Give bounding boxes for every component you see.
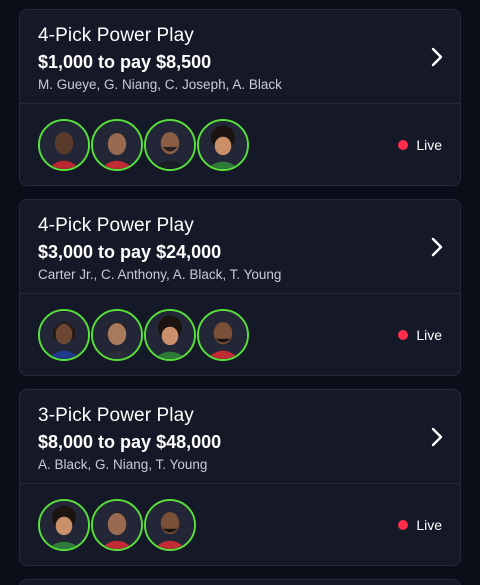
chevron-right-icon[interactable] [430, 236, 444, 258]
entry-amount: $8,000 to pay $48,000 [38, 432, 222, 452]
live-label: Live [416, 137, 442, 153]
live-status: Live [398, 137, 442, 153]
entry-amount: $3,000 to pay $24,000 [38, 242, 222, 262]
player-avatar-t-young [197, 309, 249, 361]
entry-card-partial[interactable] [19, 579, 461, 585]
entry-title: 3-Pick Power Play [38, 405, 194, 426]
player-avatar-a-black [38, 499, 90, 551]
entry-card[interactable]: 4-Pick Power Play $1,000 to pay $8,500 M… [19, 9, 461, 186]
player-avatar-c-anthony [91, 309, 143, 361]
live-label: Live [416, 517, 442, 533]
chevron-right-icon[interactable] [430, 426, 444, 448]
entry-amount: $1,000 to pay $8,500 [38, 52, 212, 72]
avatar-group [38, 309, 460, 361]
live-dot-icon [398, 330, 409, 340]
entry-players: Carter Jr., C. Anthony, A. Black, T. You… [38, 267, 282, 282]
avatar-group [38, 119, 460, 171]
player-avatar-carter-jr [38, 309, 90, 361]
entry-title: 4-Pick Power Play [38, 25, 194, 46]
chevron-right-icon[interactable] [430, 46, 444, 68]
player-avatar-a-black [197, 119, 249, 171]
live-label: Live [416, 327, 442, 343]
player-avatar-m-gueye [38, 119, 90, 171]
entry-title: 4-Pick Power Play [38, 215, 194, 236]
live-dot-icon [398, 140, 409, 150]
player-avatar-g-niang [91, 499, 143, 551]
entry-players: A. Black, G. Niang, T. Young [38, 457, 208, 472]
player-avatar-g-niang [91, 119, 143, 171]
player-avatar-c-joseph [144, 119, 196, 171]
avatar-group [38, 499, 460, 551]
player-avatar-a-black [144, 309, 196, 361]
player-avatar-t-young [144, 499, 196, 551]
live-dot-icon [398, 520, 409, 530]
live-status: Live [398, 327, 442, 343]
entry-players: M. Gueye, G. Niang, C. Joseph, A. Black [38, 77, 282, 92]
entry-card[interactable]: 3-Pick Power Play $8,000 to pay $48,000 … [19, 389, 461, 566]
entry-card[interactable]: 4-Pick Power Play $3,000 to pay $24,000 … [19, 199, 461, 376]
live-status: Live [398, 517, 442, 533]
